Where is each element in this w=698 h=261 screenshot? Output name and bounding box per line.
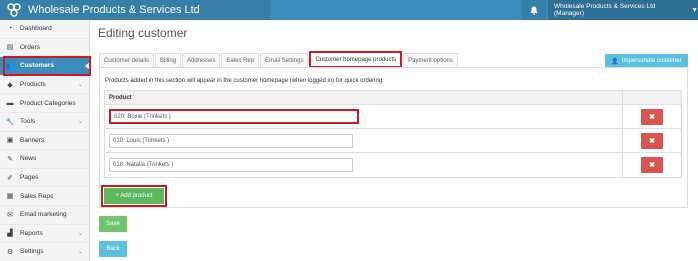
sidebar-item-banners[interactable]: ▣ Banners xyxy=(0,132,89,151)
back-button[interactable]: Back xyxy=(99,241,127,257)
folder-icon: ▬ xyxy=(6,99,14,107)
table-row: 020: Boxie (Trinkets ) ✖ xyxy=(105,105,681,129)
sidebar-item-sales-reps[interactable]: ▦ Sales Reps xyxy=(0,187,89,206)
bell-icon xyxy=(530,6,538,15)
delete-button[interactable]: ✖ xyxy=(641,108,663,125)
chevron-down-icon: ⌄ xyxy=(77,81,83,88)
page-title: Editing customer xyxy=(98,26,188,40)
table-row: 018: Natalia (Trinkets ) ✖ xyxy=(105,153,681,177)
impersonate-label: Impersonate customer xyxy=(621,58,682,64)
dashboard-icon: ◔ xyxy=(7,25,13,33)
add-product-button[interactable]: + Add product xyxy=(101,185,167,207)
product-input[interactable]: 019: Louis (Trinkets ) xyxy=(109,133,353,148)
gears-icon: ⚙ xyxy=(6,248,14,256)
tab-customer-homepage-products[interactable]: Customer homepage products xyxy=(309,51,403,68)
product-cell: 019: Louis (Trinkets ) xyxy=(105,129,623,152)
close-icon: ✖ xyxy=(649,137,655,145)
sidebar-item-label: Banners xyxy=(20,136,45,144)
product-input[interactable]: 020: Boxie (Trinkets ) xyxy=(109,109,359,124)
tab-billing[interactable]: Billing xyxy=(155,53,182,67)
sidebar-item-email-marketing[interactable]: ✉ Email marketing xyxy=(0,206,89,225)
sidebar-item-label: Email marketing xyxy=(20,211,67,219)
action-cell: ✖ xyxy=(623,105,681,128)
sidebar-item-label: Tools xyxy=(20,118,36,126)
user-menu-label: Wholesale Products & Services Ltd (Manag… xyxy=(554,3,656,17)
sidebar-item-label: Product Categories xyxy=(20,99,76,107)
brand-name: Wholesale Products & Services Ltd xyxy=(28,4,200,16)
tab-sales-rep[interactable]: Sales Rep xyxy=(221,53,260,67)
sidebar-item-reports[interactable]: ▟ Reports ⌄ xyxy=(0,225,89,244)
column-header-product: Product xyxy=(105,91,623,104)
tab-payment-options[interactable]: Payment options xyxy=(403,53,458,67)
product-input[interactable]: 018: Natalia (Trinkets ) xyxy=(109,158,353,172)
sidebar-item-products[interactable]: ◆ Products ⌄ xyxy=(0,76,89,95)
action-cell: ✖ xyxy=(623,153,681,177)
products-table: Product 020: Boxie (Trinkets ) ✖ 019: Lo… xyxy=(104,90,682,178)
sidebar-item-settings[interactable]: ⚙ Settings ⌄ xyxy=(0,243,89,261)
chevron-down-icon: ⌄ xyxy=(77,249,83,256)
tag-icon: ◆ xyxy=(7,81,13,89)
column-header-actions xyxy=(623,91,627,104)
chevron-down-icon: ⌄ xyxy=(77,230,83,237)
sidebar-item-news[interactable]: ✎ News xyxy=(0,150,89,169)
envelope-icon: ✉ xyxy=(7,211,13,219)
impersonate-customer-button[interactable]: 👤 Impersonate customer xyxy=(605,54,688,68)
sidebar-item-label: News xyxy=(20,155,37,163)
sidebar-item-dashboard[interactable]: ◔ Dashboard xyxy=(0,20,89,39)
user-menu[interactable]: Wholesale Products & Services Ltd (Manag… xyxy=(548,0,698,20)
sidebar-item-label: Settings xyxy=(20,248,44,256)
table-row: 019: Louis (Trinkets ) ✖ xyxy=(105,129,681,153)
table-header: Product xyxy=(105,91,681,105)
product-cell: 018: Natalia (Trinkets ) xyxy=(105,153,623,177)
info-text: Products added in this section will appe… xyxy=(105,78,383,84)
notifications-button[interactable] xyxy=(522,0,546,20)
wrench-icon: 🔧 xyxy=(5,118,15,126)
product-cell: 020: Boxie (Trinkets ) xyxy=(105,105,623,128)
delete-button[interactable]: ✖ xyxy=(641,132,663,149)
brand[interactable]: Wholesale Products & Services Ltd xyxy=(0,0,270,20)
tab-email-settings[interactable]: Email Settings xyxy=(260,53,309,67)
image-icon: ▣ xyxy=(6,137,14,145)
sidebar-item-label: Pages xyxy=(20,174,39,182)
user-icon: 👤 xyxy=(611,58,619,65)
file-icon: ▤ xyxy=(6,44,14,52)
chevron-down-icon: ⌄ xyxy=(77,118,83,125)
delete-button[interactable]: ✖ xyxy=(641,157,663,173)
pencil-icon: ✎ xyxy=(7,155,13,163)
tab-addresses[interactable]: Addresses xyxy=(182,53,221,67)
edit-icon: ✐ xyxy=(7,174,13,182)
logo-icon xyxy=(7,3,21,17)
sidebar-item-product-categories[interactable]: ▬ Product Categories xyxy=(0,94,89,113)
sidebar-item-label: Sales Reps xyxy=(20,192,54,200)
tab-bar: Customer details Billing Addresses Sales… xyxy=(99,51,459,68)
sidebar-item-label: Orders xyxy=(20,43,40,51)
action-cell: ✖ xyxy=(623,129,681,152)
tab-customer-details[interactable]: Customer details xyxy=(99,53,155,67)
sidebar-item-label: Reports xyxy=(20,229,43,237)
close-icon: ✖ xyxy=(649,162,655,169)
save-button[interactable]: Save xyxy=(99,216,127,232)
sidebar-item-label: Products xyxy=(20,81,46,89)
highlight-box xyxy=(3,56,91,76)
close-icon: ✖ xyxy=(649,113,655,121)
briefcase-icon: ▦ xyxy=(6,193,14,201)
sidebar-item-tools[interactable]: 🔧 Tools ⌄ xyxy=(0,113,89,132)
sidebar-item-pages[interactable]: ✐ Pages xyxy=(0,169,89,188)
sidebar-item-orders[interactable]: ▤ Orders xyxy=(0,39,89,58)
chart-icon: ▟ xyxy=(7,230,13,238)
sidebar-item-label: Dashboard xyxy=(20,25,52,33)
caret-down-icon: ▼ xyxy=(691,6,698,14)
